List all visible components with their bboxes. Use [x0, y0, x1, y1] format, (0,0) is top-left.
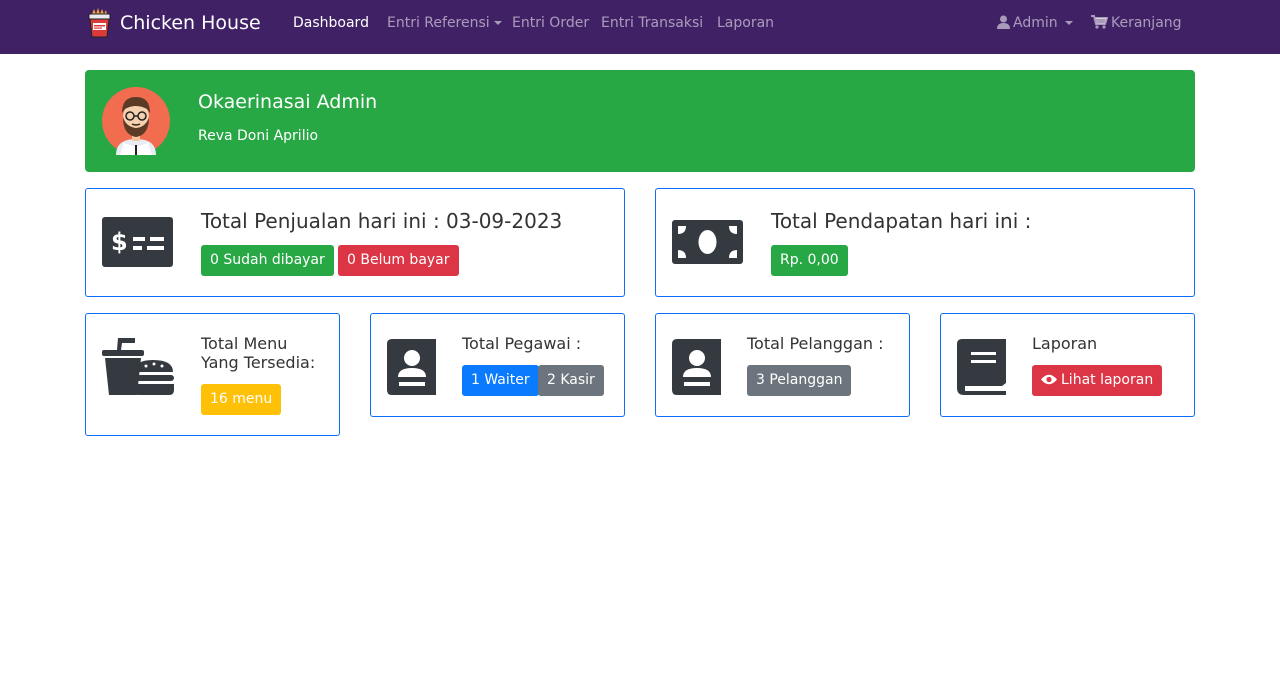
sales-today-title: Total Penjualan hari ini : 03-09-2023 — [201, 209, 563, 233]
customer-total-title: Total Pelanggan : — [747, 334, 884, 353]
money-check-icon: $ — [102, 217, 173, 267]
chicken-bucket-logo-icon — [88, 8, 111, 38]
eye-icon — [1041, 374, 1057, 385]
menu-total-title-line2: Yang Tersedia: — [201, 353, 316, 372]
welcome-title: Okaerinasai Admin — [198, 91, 378, 113]
nav-entri-order[interactable]: Entri Order — [512, 15, 589, 31]
caret-down-icon — [1064, 21, 1073, 25]
view-report-label: Lihat laporan — [1061, 372, 1154, 388]
menu-total-card: Total Menu Yang Tersedia: 16 menu — [85, 313, 340, 436]
nav-laporan[interactable]: Laporan — [717, 15, 774, 31]
svg-text:$: $ — [111, 228, 128, 256]
income-today-title: Total Pendapatan hari ini : — [771, 209, 1032, 233]
brand-link[interactable]: Chicken House — [86, 8, 261, 38]
income-amount-badge: Rp. 0,00 — [771, 245, 848, 276]
sales-today-card: $ Total Penjualan hari ini : 03-09-2023 … — [85, 188, 625, 297]
admin-user-dropdown[interactable]: Admin — [997, 15, 1073, 31]
welcome-username: Reva Doni Aprilio — [198, 128, 319, 144]
top-navbar: Chicken House Dashboard Entri Referensi … — [0, 0, 1280, 54]
nav-entri-transaksi[interactable]: Entri Transaksi — [601, 15, 703, 31]
report-title: Laporan — [1032, 334, 1098, 353]
customer-total-card: Total Pelanggan : 3 Pelanggan — [655, 313, 910, 417]
welcome-banner: Okaerinasai Admin Reva Doni Aprilio — [85, 70, 1195, 172]
cashier-count-badge: 2 Kasir — [538, 365, 604, 396]
report-card: Laporan Lihat laporan — [940, 313, 1195, 417]
menu-count-badge: 16 menu — [201, 384, 282, 415]
hamburger-soda-icon — [102, 338, 174, 395]
waiter-count-badge: 1 Waiter — [462, 365, 539, 396]
unpaid-count-badge: 0 Belum bayar — [338, 245, 459, 276]
address-book-icon — [387, 339, 436, 395]
nav-dashboard[interactable]: Dashboard — [293, 15, 369, 31]
admin-label: Admin — [1013, 15, 1058, 31]
nav-entri-referensi-dropdown[interactable]: Entri Referensi — [387, 15, 502, 31]
user-avatar — [102, 87, 170, 155]
caret-down-icon — [493, 21, 502, 25]
shopping-cart-icon — [1091, 15, 1108, 29]
user-icon — [997, 15, 1010, 29]
income-today-card: Total Pendapatan hari ini : Rp. 0,00 — [655, 188, 1195, 297]
menu-total-title-line1: Total Menu — [201, 334, 288, 353]
cart-label: Keranjang — [1111, 15, 1182, 31]
cart-link[interactable]: Keranjang — [1091, 15, 1182, 31]
view-report-button[interactable]: Lihat laporan — [1032, 365, 1163, 396]
address-book-icon — [672, 339, 721, 395]
paid-count-badge: 0 Sudah dibayar — [201, 245, 334, 276]
money-bill-icon — [672, 220, 743, 264]
employee-total-title: Total Pegawai : — [462, 334, 582, 353]
nav-entri-referensi-label: Entri Referensi — [387, 15, 490, 31]
employee-total-card: Total Pegawai : 1 Waiter 2 Kasir — [370, 313, 625, 417]
customer-count-badge: 3 Pelanggan — [747, 365, 852, 396]
book-icon — [957, 339, 1006, 395]
brand-name: Chicken House — [120, 12, 261, 34]
